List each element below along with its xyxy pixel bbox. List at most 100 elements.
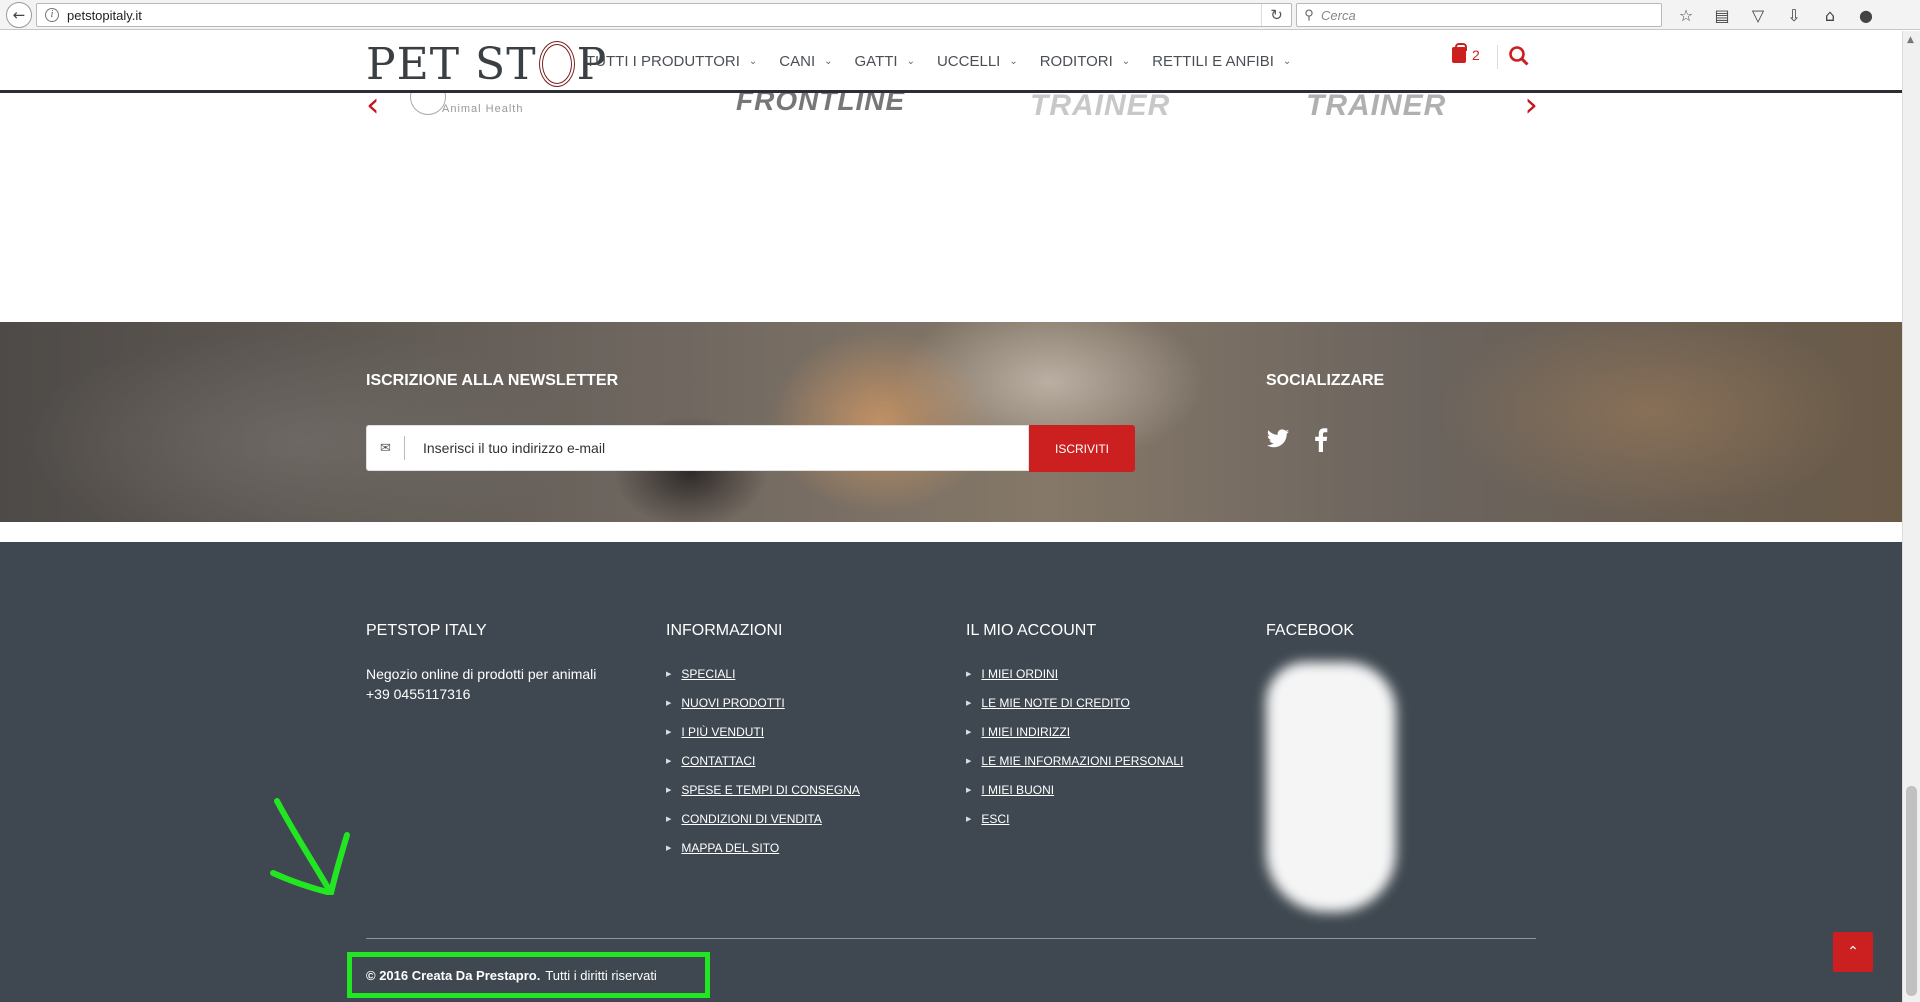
bullet-icon: ▶ [966, 728, 972, 736]
info-links: ▶ SPECIALI ▶ NUOVI PRODOTTI ▶ I PIÙ VENDUTI… [666, 664, 926, 857]
brand-logo[interactable]: FRONTLINE [736, 93, 905, 117]
nav-label: GATTI [854, 52, 898, 70]
footer-link-nuovi-prodotti[interactable]: NUOVI PRODOTTI [681, 696, 784, 710]
footer-link-speciali[interactable]: SPECIALI [681, 667, 735, 681]
brand-logo[interactable]: TRAINER [1306, 93, 1446, 123]
list-item: ▶ CONTATTACI [666, 751, 926, 770]
newsletter-form: ✉ ISCRIVITI [366, 425, 1136, 473]
chat-icon[interactable]: ● [1848, 3, 1884, 27]
site-logo[interactable]: PET ST P [366, 34, 607, 94]
bullet-icon: ▶ [666, 815, 672, 823]
facebook-widget-redacted[interactable] [1266, 662, 1396, 912]
brand-carousel: ‹ Animal Health FRONTLINE TRAINER TRAINE… [366, 93, 1538, 123]
footer-link-spese[interactable]: SPESE E TEMPI DI CONSEGNA [681, 783, 860, 797]
nav-label: RETTILI E ANFIBI [1152, 52, 1274, 70]
scroll-to-top-button[interactable]: ⌃ [1833, 932, 1873, 972]
chevron-down-icon: ⌄ [1009, 55, 1018, 67]
nav-label: UCCELLI [936, 52, 1001, 70]
nav-item-gatti[interactable]: GATTI ⌄ [855, 53, 915, 70]
list-item: ▶ LE MIE NOTE DI CREDITO [966, 693, 1226, 712]
newsletter-section: ISCRIZIONE ALLA NEWSLETTER ✉ ISCRIVITI S… [0, 322, 1902, 522]
list-item: ▶ I MIEI BUONI [966, 780, 1226, 799]
home-icon[interactable]: ⌂ [1812, 3, 1848, 27]
bullet-icon: ▶ [966, 757, 972, 765]
address-bar[interactable]: i petstopitaly.it ↻ [36, 3, 1292, 27]
nav-item-uccelli[interactable]: UCCELLI ⌄ [937, 53, 1018, 70]
shopping-bag-icon [1452, 43, 1467, 63]
footer-about-text: Negozio online di prodotti per animali +… [366, 664, 626, 704]
browser-search-placeholder[interactable]: Cerca [1321, 8, 1356, 23]
chevron-right-icon[interactable]: › [1524, 93, 1538, 122]
footer-facebook-title: FACEBOOK [1266, 622, 1355, 639]
browser-tool-icons: ☆ ▤ ▽ ⇩ ⌂ ● ☰ [1668, 3, 1920, 27]
nav-item-rettili[interactable]: RETTILI E ANFIBI ⌄ [1152, 53, 1291, 70]
footer-link-contattaci[interactable]: CONTATTACI [681, 754, 755, 768]
social-title: SOCIALIZZARE [1266, 372, 1385, 389]
nav-item-roditori[interactable]: RODITORI ⌄ [1040, 53, 1130, 70]
subscribe-button[interactable]: ISCRIVITI [1029, 425, 1135, 472]
footer-link-buoni[interactable]: I MIEI BUONI [981, 783, 1054, 797]
scroll-up-icon[interactable]: ▲ [1907, 35, 1914, 45]
twitter-icon[interactable] [1266, 428, 1290, 450]
bullet-icon: ▶ [966, 786, 972, 794]
footer-link-indirizzi[interactable]: I MIEI INDIRIZZI [981, 725, 1070, 739]
star-icon[interactable]: ☆ [1668, 3, 1704, 27]
nav-label: TUTTI I PRODUTTORI [586, 52, 740, 70]
envelope-icon: ✉ [367, 436, 405, 460]
bullet-icon: ▶ [666, 757, 672, 765]
download-icon[interactable]: ⇩ [1776, 3, 1812, 27]
footer-link-mappa[interactable]: MAPPA DEL SITO [681, 841, 779, 855]
shop-phone: +39 0455117316 [366, 686, 471, 702]
chevron-left-icon[interactable]: ‹ [366, 93, 380, 122]
browser-search-field[interactable]: ⚲ Cerca [1296, 3, 1662, 27]
bullet-icon: ▶ [666, 699, 672, 707]
reading-list-icon[interactable]: ▤ [1704, 3, 1740, 27]
main-nav: TUTTI I PRODUTTORI ⌄ CANI ⌄ GATTI ⌄ UCCELLI… [586, 31, 1313, 91]
bullet-icon: ▶ [966, 699, 972, 707]
bullet-icon: ▶ [966, 815, 972, 823]
chevron-down-icon: ⌄ [824, 55, 833, 67]
footer-info: INFORMAZIONI ▶ SPECIALI ▶ NUOVI PRODOTTI ▶… [666, 622, 926, 867]
footer-link-info-personali[interactable]: LE MIE INFORMAZIONI PERSONALI [981, 754, 1183, 768]
email-field[interactable] [405, 428, 1028, 468]
search-icon: ⚲ [1304, 7, 1314, 22]
back-arrow-icon[interactable]: ← [6, 2, 32, 28]
footer-link-ordini[interactable]: I MIEI ORDINI [981, 667, 1058, 681]
footer-link-piu-venduti[interactable]: I PIÙ VENDUTI [681, 725, 764, 739]
footer-facebook: FACEBOOK [1266, 622, 1526, 664]
reload-icon[interactable]: ↻ [1261, 4, 1291, 26]
bullet-icon: ▶ [666, 844, 672, 852]
chevron-down-icon: ⌄ [1121, 55, 1131, 67]
footer-link-note-credito[interactable]: LE MIE NOTE DI CREDITO [981, 696, 1129, 710]
menu-icon[interactable]: ☰ [1916, 3, 1920, 27]
pocket-icon[interactable]: ▽ [1740, 3, 1776, 27]
nav-label: CANI [779, 52, 816, 70]
bullet-icon: ▶ [666, 728, 672, 736]
chevron-down-icon: ⌄ [906, 55, 915, 67]
newsletter-title: ISCRIZIONE ALLA NEWSLETTER [366, 372, 619, 389]
list-item: ▶ MAPPA DEL SITO [666, 838, 926, 857]
search-icon[interactable] [1508, 45, 1530, 67]
list-item: ▶ NUOVI PRODOTTI [666, 693, 926, 712]
copyright-bold: © 2016 Creata Da Prestapro. [366, 967, 541, 983]
social-icons [1266, 428, 1328, 452]
page-scrollbar[interactable]: ▲ [1902, 31, 1920, 1002]
account-links: ▶ I MIEI ORDINI ▶ LE MIE NOTE DI CREDITO ▶… [966, 664, 1226, 828]
bullet-icon: ▶ [666, 670, 672, 678]
footer-info-title: INFORMAZIONI [666, 622, 783, 639]
chevron-up-icon: ⌃ [1847, 944, 1859, 960]
brand-logo[interactable]: TRAINER [1030, 93, 1170, 123]
footer-link-condizioni[interactable]: CONDIZIONI DI VENDITA [681, 812, 821, 826]
nav-item-cani[interactable]: CANI ⌄ [779, 53, 832, 70]
footer-link-esci[interactable]: ESCI [981, 812, 1009, 826]
site-footer: PETSTOP ITALY Negozio online di prodotti… [0, 542, 1902, 1002]
url-text[interactable]: petstopitaly.it [67, 8, 1261, 23]
footer-account-title: IL MIO ACCOUNT [966, 622, 1097, 639]
nav-item-produttori[interactable]: TUTTI I PRODUTTORI ⌄ [586, 53, 757, 70]
facebook-icon[interactable] [1314, 428, 1328, 452]
list-item: ▶ I MIEI ORDINI [966, 664, 1226, 683]
cart-button[interactable]: 2 [1452, 43, 1480, 63]
scrollbar-thumb[interactable] [1906, 786, 1917, 996]
site-info-icon[interactable]: i [45, 8, 59, 22]
annotation-arrow-icon [270, 798, 350, 895]
